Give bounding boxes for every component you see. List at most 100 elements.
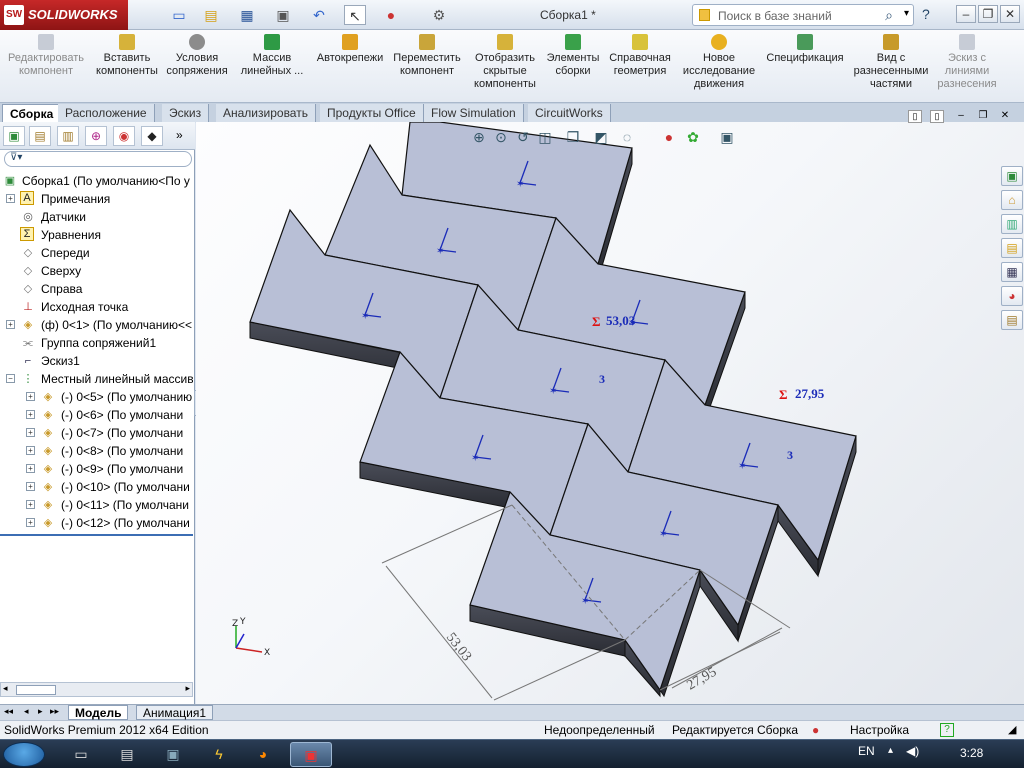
expand-icon[interactable]: + [26,446,35,455]
tab-model[interactable]: Модель [68,705,129,720]
expand-icon[interactable]: + [26,464,35,473]
expand-icon[interactable]: + [26,428,35,437]
traffic-light-icon[interactable]: ● [380,5,402,25]
dimension-27-95[interactable]: 27,95 [685,665,720,694]
view-palette-icon[interactable]: ▦ [1001,262,1023,282]
cam-tab-icon[interactable]: ◆ [141,126,163,146]
feature-tree-tab-icon[interactable]: ▣ [3,126,25,146]
tree-item-instance-12[interactable]: + ◈ (-) 0<12> (По умолчани [0,514,193,532]
scroll-left-icon[interactable]: ◂ [3,683,8,694]
lightning-taskbar-icon[interactable]: ϟ [198,742,240,767]
minimize-button[interactable]: – [956,5,976,23]
expand-icon[interactable]: + [6,194,15,203]
rebuild-traffic-light-icon[interactable]: ● [812,721,819,739]
edit-component-button[interactable]: Редактировать компонент [4,34,88,78]
select-arrow-icon[interactable]: ↖ [344,5,366,25]
solidworks-taskbar-icon[interactable]: ▣ [290,742,332,767]
expand-icon[interactable]: + [26,410,35,419]
dimension-53-03[interactable]: 53,03 [443,630,474,664]
bill-of-materials-button[interactable]: Спецификация [764,34,846,65]
viewport-split-icon[interactable]: ▯ [930,110,944,123]
solidworks-resources-icon[interactable]: ▣ [1001,166,1023,186]
feature-tree-filter-input[interactable]: ⊽▾ [4,151,192,167]
open-folder-icon[interactable]: ▤ [200,5,222,25]
close-button[interactable]: ✕ [1000,5,1020,23]
tab-flow-simulation[interactable]: Flow Simulation [424,104,524,123]
viewport-tile-icon[interactable]: ▯ [908,110,922,123]
tab-scroll-last-icon[interactable]: ▸▸ [50,706,59,717]
tab-animation[interactable]: Анимация1 [136,705,214,720]
display-manager-tab-icon[interactable]: ◉ [113,126,135,146]
tree-item-right-plane[interactable]: ◇ Справа [0,280,193,298]
customize-status[interactable]: Настройка [850,721,909,739]
tree-item-instance-10[interactable]: + ◈ (-) 0<10> (По умолчани [0,478,193,496]
display-style-icon[interactable]: ◩ [592,128,610,146]
section-view-icon[interactable]: ◫ [536,128,554,146]
pattern-count-label-a[interactable]: 3 [599,372,605,386]
tree-item-instance-8[interactable]: + ◈ (-) 0<8> (По умолчани [0,442,193,460]
tab-circuitworks[interactable]: CircuitWorks [528,104,611,123]
tree-item-component-1[interactable]: + ◈ (ф) 0<1> (По умолчанию<< [0,316,193,334]
scrollbar-thumb[interactable] [16,685,56,695]
tab-layout[interactable]: Расположение [58,104,155,123]
feature-tree-hscrollbar[interactable]: ◂ ▸ [0,682,193,697]
tray-expand-icon[interactable]: ▴ [888,745,893,756]
scroll-right-icon[interactable]: ▸ [185,683,190,694]
viewport-restore-button[interactable]: ❐ [976,110,990,123]
property-manager-tab-icon[interactable]: ▤ [29,126,51,146]
zoom-to-fit-icon[interactable]: ⊕ [470,128,488,146]
tab-office-products[interactable]: Продукты Office [320,104,424,123]
collapse-icon[interactable]: − [6,374,15,383]
viewport-close-button[interactable]: ✕ [998,110,1012,123]
tab-sketch[interactable]: Эскиз [162,104,210,123]
configuration-manager-tab-icon[interactable]: ▥ [57,126,79,146]
scene-icon[interactable]: ✿ [684,128,702,146]
reference-geometry-button[interactable]: Справочная геометрия [606,34,674,78]
help-button[interactable]: ? [922,6,930,22]
tree-item-assembly[interactable]: ▣ Сборка1 (По умолчанию<По у [0,172,193,190]
volume-icon[interactable]: ◀) [906,744,919,758]
zoom-to-area-icon[interactable]: ⊙ [492,128,510,146]
disk-taskbar-icon[interactable]: ▣ [152,742,194,767]
tree-item-instance-11[interactable]: + ◈ (-) 0<11> (По умолчани [0,496,193,514]
previous-view-icon[interactable]: ↺ [514,128,532,146]
save-icon[interactable]: ▦ [236,5,258,25]
model-canvas[interactable]: ✶ ✶ ✶ ✶ ✶ ✶ ✶ ✶ ✶ 53,03 27,95 Σ 53,03 Σ … [196,122,1024,704]
tab-scroll-prev-icon[interactable]: ◂ [24,706,29,717]
new-document-icon[interactable]: ▭ [168,5,190,25]
solidworks-logo[interactable]: SW SOLIDWORKS [0,0,128,30]
help-icon[interactable]: ? [940,723,954,737]
dimension-text-27[interactable]: 27,95 [685,665,720,694]
tree-item-sensors[interactable]: ◎ Датчики [0,208,193,226]
design-library-icon[interactable]: ▥ [1001,214,1023,234]
start-button[interactable] [3,742,45,767]
view-orientation-icon[interactable]: ❒ [564,128,582,146]
search-dropdown-icon[interactable]: ▾ [904,8,909,19]
tree-item-instance-6[interactable]: + ◈ (-) 0<6> (По умолчани [0,406,193,424]
language-indicator[interactable]: EN [858,744,875,758]
appearance-icon[interactable]: ● [660,128,678,146]
new-motion-study-button[interactable]: Новое исследование движения [680,34,758,91]
hide-show-items-icon[interactable]: ◌ [618,128,636,146]
tree-item-top-plane[interactable]: ◇ Сверху [0,262,193,280]
notepad-taskbar-icon[interactable]: ▤ [106,742,148,767]
tree-item-instance-7[interactable]: + ◈ (-) 0<7> (По умолчани [0,424,193,442]
dimxpert-tab-icon[interactable]: ⊕ [85,126,107,146]
tab-scroll-first-icon[interactable]: ◂◂ [4,706,13,717]
knowledge-search-input[interactable]: Поиск в базе знаний ⌕ ▾ [692,4,914,26]
tree-item-front-plane[interactable]: ◇ Спереди [0,244,193,262]
explode-line-sketch-button[interactable]: Эскиз с линиями разнесения [934,34,1000,91]
viewport-minimize-button[interactable]: – [954,110,968,123]
linear-pattern-button[interactable]: Массив линейных ... [234,34,310,78]
tree-item-origin[interactable]: ⊥ Исходная точка [0,298,193,316]
print-icon[interactable]: ▣ [272,5,294,25]
graphics-area[interactable]: ✶ ✶ ✶ ✶ ✶ ✶ ✶ ✶ ✶ 53,03 27,95 Σ 53,03 Σ … [196,122,1024,704]
expand-icon[interactable]: + [26,392,35,401]
expand-icon[interactable]: + [26,482,35,491]
move-component-button[interactable]: Переместить компонент [390,34,464,78]
tree-item-mates[interactable]: ⫘ Группа сопряжений1 [0,334,193,352]
feature-tree-rollback-bar[interactable] [0,534,193,536]
search-icon[interactable]: ⌕ [885,7,893,24]
insert-components-button[interactable]: Вставить компоненты [92,34,162,78]
tree-item-annotations[interactable]: + A Примечания [0,190,193,208]
